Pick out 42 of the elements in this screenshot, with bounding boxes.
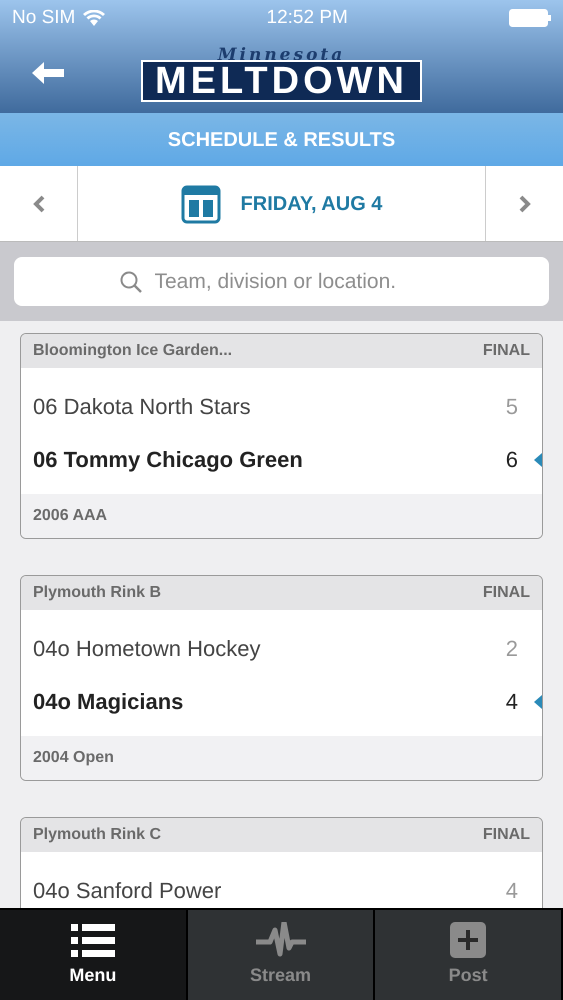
game-status: FINAL xyxy=(482,825,530,845)
team-name: 06 Tommy Chicago Green xyxy=(33,446,303,474)
game-card[interactable]: Bloomington Ice Garden... FINAL 06 Dakota North Stars 5 06 Tommy Chicago Green 6 2006 AAA xyxy=(20,333,543,539)
division-label: 2004 Open xyxy=(33,748,114,768)
team-score: 4 xyxy=(506,877,518,905)
wifi-icon xyxy=(83,10,106,26)
tab-bar-item[interactable]: Post xyxy=(375,910,563,1000)
team-name: 04o Hometown Hockey xyxy=(33,635,260,663)
pulse-icon xyxy=(256,922,306,958)
winner-marker-icon xyxy=(534,695,542,709)
team-score: 5 xyxy=(506,393,518,421)
plus-icon xyxy=(450,922,486,958)
game-card[interactable]: Plymouth Rink C FINAL 04o Sanford Power 4 xyxy=(20,817,543,908)
team-score: 2 xyxy=(506,635,518,663)
tab-bar-item[interactable]: Menu xyxy=(0,910,188,1000)
game-card[interactable]: Plymouth Rink B FINAL 04o Hometown Hockey 2 04o Magicians 4 2004 Open xyxy=(20,575,543,781)
winner-marker-icon xyxy=(534,453,542,467)
team-score: 6 xyxy=(506,446,518,474)
game-status: FINAL xyxy=(482,341,530,361)
battery-icon xyxy=(509,9,551,27)
carrier-label: No SIM xyxy=(12,6,76,30)
team-name: 04o Sanford Power xyxy=(33,877,222,905)
tab-bar-item[interactable]: Stream xyxy=(188,910,376,1000)
search-input[interactable]: Team, division or location. xyxy=(154,266,444,298)
team-name: 06 Dakota North Stars xyxy=(33,393,251,421)
status-time: 12:52 PM xyxy=(266,6,348,30)
search-field[interactable]: Team, division or location. xyxy=(14,257,549,306)
chevron-left-icon xyxy=(32,194,44,212)
rink-name: Plymouth Rink B xyxy=(33,583,162,603)
calendar-icon xyxy=(180,184,221,224)
rink-name: Plymouth Rink C xyxy=(33,825,162,845)
search-icon xyxy=(118,270,142,294)
back-arrow-icon[interactable] xyxy=(32,62,64,84)
division-label: 2006 AAA xyxy=(33,506,108,526)
rink-name: Bloomington Ice Garden... xyxy=(33,341,232,361)
menu-icon xyxy=(70,922,115,958)
logo-wordmark: MELTDOWN xyxy=(141,60,422,102)
team-name: 04o Magicians xyxy=(33,688,184,716)
chevron-right-icon xyxy=(518,194,530,212)
section-title: SCHEDULE & RESULTS xyxy=(168,128,396,152)
team-score: 4 xyxy=(506,688,518,716)
game-status: FINAL xyxy=(482,583,530,603)
